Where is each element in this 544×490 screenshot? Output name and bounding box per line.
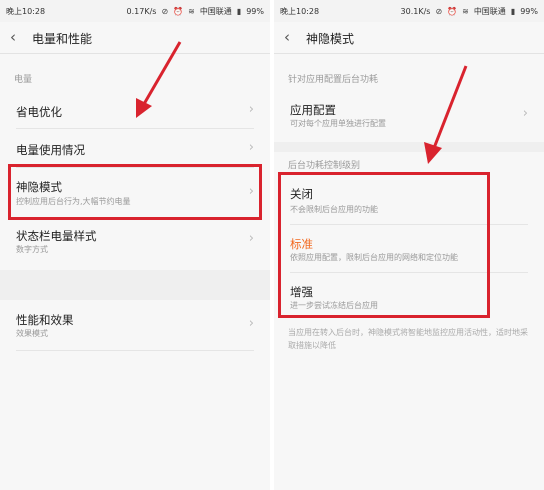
- annotation-arrow: [136, 41, 182, 118]
- annotation-arrow: [424, 65, 468, 164]
- left-screen: 晚上10:28 0.17K/s ⊘ ⏰ ≋ 中国联通 ▮ 99% ‹ 电量和性能…: [0, 0, 270, 490]
- right-screen: 晚上10:28 30.1K/s ⊘ ⏰ ≋ 中国联通 ▮ 99% ‹ 神隐模式 …: [274, 0, 544, 490]
